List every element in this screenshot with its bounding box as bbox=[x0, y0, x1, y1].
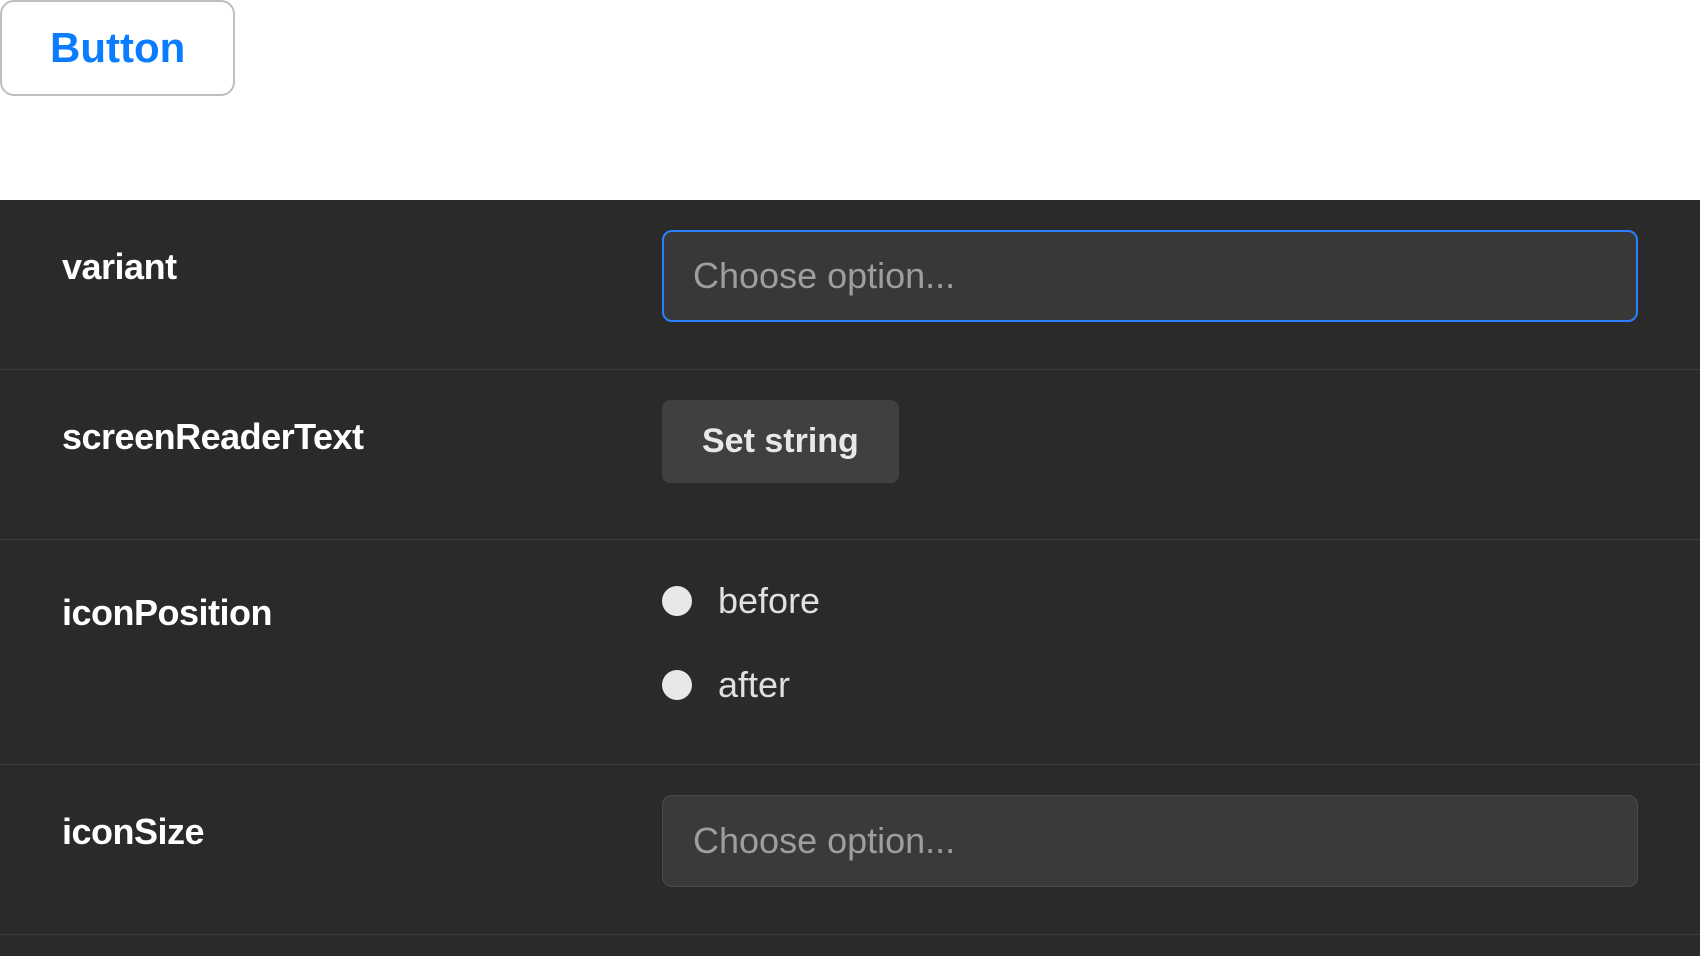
component-preview-area: Button bbox=[0, 0, 1700, 200]
radio-icon bbox=[662, 670, 692, 700]
set-string-button[interactable]: Set string bbox=[662, 400, 899, 483]
control-row-variant: variant Choose option... bbox=[0, 200, 1700, 370]
iconsize-select[interactable]: Choose option... bbox=[662, 795, 1638, 887]
controls-panel: variant Choose option... screenReaderTex… bbox=[0, 200, 1700, 935]
iconposition-radio-group: before after bbox=[662, 576, 1638, 706]
radio-label-after: after bbox=[718, 664, 790, 706]
variant-select[interactable]: Choose option... bbox=[662, 230, 1638, 322]
screenreadertext-label: screenReaderText bbox=[62, 400, 662, 458]
variant-label: variant bbox=[62, 230, 662, 288]
iconsize-label: iconSize bbox=[62, 795, 662, 853]
preview-button[interactable]: Button bbox=[0, 0, 235, 96]
control-row-iconsize: iconSize Choose option... bbox=[0, 765, 1700, 935]
control-row-iconposition: iconPosition before after bbox=[0, 540, 1700, 765]
radio-option-after[interactable]: after bbox=[662, 664, 1638, 706]
radio-option-before[interactable]: before bbox=[662, 580, 1638, 622]
radio-icon bbox=[662, 586, 692, 616]
iconposition-label: iconPosition bbox=[62, 576, 662, 634]
control-row-screenreadertext: screenReaderText Set string bbox=[0, 370, 1700, 540]
radio-label-before: before bbox=[718, 580, 820, 622]
